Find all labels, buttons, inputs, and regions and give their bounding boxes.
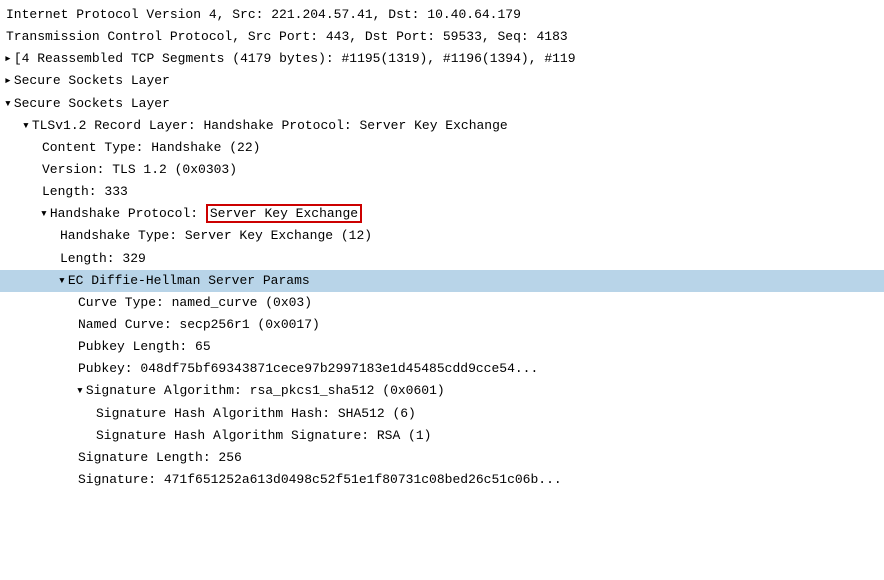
length-333-line-content: Length: 333: [42, 182, 128, 202]
ssl2-line-content: Secure Sockets Layer: [14, 94, 170, 114]
sig-hash-sig-line-content: Signature Hash Algorithm Signature: RSA …: [96, 426, 431, 446]
ssl1-line[interactable]: ▸ Secure Sockets Layer: [0, 70, 884, 92]
content-type-line-content: Content Type: Handshake (22): [42, 138, 260, 158]
pubkey-line-content: Pubkey: 048df75bf69343871cece97b2997183e…: [78, 359, 538, 379]
handshake-type-line-content: Handshake Type: Server Key Exchange (12): [60, 226, 372, 246]
sig-hash-hash-line[interactable]: Signature Hash Algorithm Hash: SHA512 (6…: [0, 403, 884, 425]
ssl2-line[interactable]: ▾ Secure Sockets Layer: [0, 93, 884, 115]
packet-tree: Internet Protocol Version 4, Src: 221.20…: [0, 0, 884, 495]
sig-algo-line-content: Signature Algorithm: rsa_pkcs1_sha512 (0…: [86, 381, 445, 401]
ssl1-line-content: Secure Sockets Layer: [14, 71, 170, 91]
tls-record-line-arrow[interactable]: ▾: [22, 116, 30, 136]
curve-type-line[interactable]: Curve Type: named_curve (0x03): [0, 292, 884, 314]
sig-hash-hash-line-content: Signature Hash Algorithm Hash: SHA512 (6…: [96, 404, 416, 424]
ec-dh-line-content: EC Diffie-Hellman Server Params: [68, 271, 310, 291]
ip-line-content: Internet Protocol Version 4, Src: 221.20…: [6, 5, 521, 25]
version-line-content: Version: TLS 1.2 (0x0303): [42, 160, 237, 180]
reassembled-line[interactable]: ▸ [4 Reassembled TCP Segments (4179 byte…: [0, 48, 884, 70]
named-curve-line-content: Named Curve: secp256r1 (0x0017): [78, 315, 320, 335]
curve-type-line-content: Curve Type: named_curve (0x03): [78, 293, 312, 313]
sig-algo-line[interactable]: ▾ Signature Algorithm: rsa_pkcs1_sha512 …: [0, 380, 884, 402]
ssl2-line-arrow[interactable]: ▾: [4, 94, 12, 114]
named-curve-line[interactable]: Named Curve: secp256r1 (0x0017): [0, 314, 884, 336]
length-329-line-content: Length: 329: [60, 249, 146, 269]
sig-length-line-content: Signature Length: 256: [78, 448, 242, 468]
pubkey-length-line-content: Pubkey Length: 65: [78, 337, 211, 357]
ec-dh-line-arrow[interactable]: ▾: [58, 271, 66, 291]
tcp-line-content: Transmission Control Protocol, Src Port:…: [6, 27, 568, 47]
ec-dh-line[interactable]: ▾ EC Diffie-Hellman Server Params: [0, 270, 884, 292]
pubkey-length-line[interactable]: Pubkey Length: 65: [0, 336, 884, 358]
sig-algo-line-arrow[interactable]: ▾: [76, 381, 84, 401]
version-line[interactable]: Version: TLS 1.2 (0x0303): [0, 159, 884, 181]
length-333-line[interactable]: Length: 333: [0, 181, 884, 203]
server-key-exchange-box: Server Key Exchange: [206, 204, 362, 223]
pubkey-line[interactable]: Pubkey: 048df75bf69343871cece97b2997183e…: [0, 358, 884, 380]
handshake-type-line[interactable]: Handshake Type: Server Key Exchange (12): [0, 225, 884, 247]
handshake-protocol-line[interactable]: ▾ Handshake Protocol: Server Key Exchang…: [0, 203, 884, 225]
ssl1-line-arrow[interactable]: ▸: [4, 71, 12, 91]
tcp-line[interactable]: Transmission Control Protocol, Src Port:…: [0, 26, 884, 48]
reassembled-line-arrow[interactable]: ▸: [4, 49, 12, 69]
reassembled-line-content: [4 Reassembled TCP Segments (4179 bytes)…: [14, 49, 576, 69]
sig-value-line[interactable]: Signature: 471f651252a613d0498c52f51e1f8…: [0, 469, 884, 491]
tls-record-line-content: TLSv1.2 Record Layer: Handshake Protocol…: [32, 116, 508, 136]
content-type-line[interactable]: Content Type: Handshake (22): [0, 137, 884, 159]
handshake-protocol-line-arrow[interactable]: ▾: [40, 204, 48, 224]
sig-length-line[interactable]: Signature Length: 256: [0, 447, 884, 469]
sig-hash-sig-line[interactable]: Signature Hash Algorithm Signature: RSA …: [0, 425, 884, 447]
ip-line[interactable]: Internet Protocol Version 4, Src: 221.20…: [0, 4, 884, 26]
length-329-line[interactable]: Length: 329: [0, 248, 884, 270]
handshake-protocol-line-content: Handshake Protocol: Server Key Exchange: [50, 204, 362, 224]
sig-value-line-content: Signature: 471f651252a613d0498c52f51e1f8…: [78, 470, 562, 490]
tls-record-line[interactable]: ▾ TLSv1.2 Record Layer: Handshake Protoc…: [0, 115, 884, 137]
